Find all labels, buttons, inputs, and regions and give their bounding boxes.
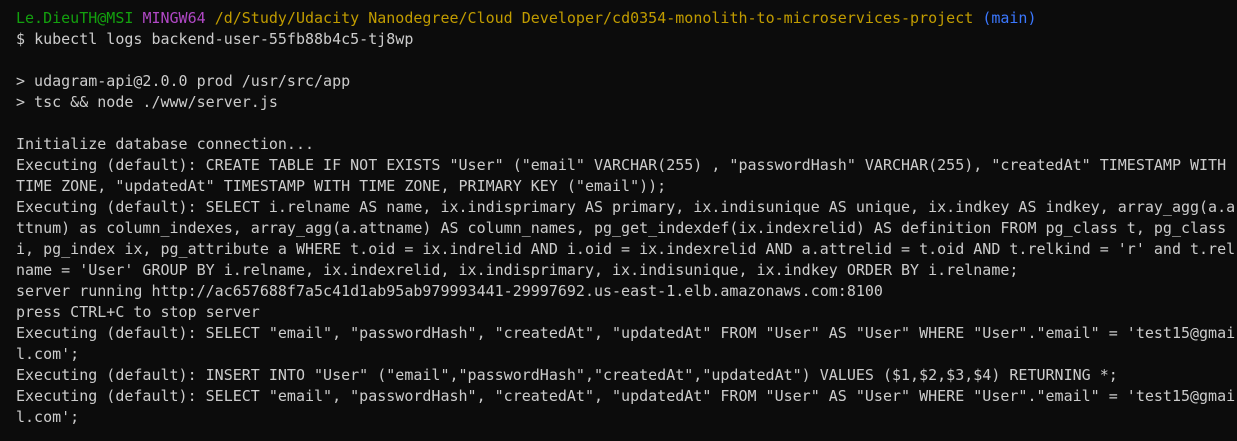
output-line: press CTRL+C to stop server xyxy=(16,303,260,321)
output-line: Executing (default): SELECT i.relname AS… xyxy=(16,198,1236,216)
output-line: Executing (default): SELECT "email", "pa… xyxy=(16,324,1236,342)
prompt-system: MINGW64 xyxy=(142,9,206,27)
prompt-git-branch: (main) xyxy=(982,9,1037,27)
output-line: ttnum) as column_indexes, array_agg(a.at… xyxy=(16,219,1227,237)
prompt-symbol: $ xyxy=(16,30,26,48)
prompt-path: /d/Study/Udacity Nanodegree/Cloud Develo… xyxy=(214,9,974,27)
output-line: Initialize database connection... xyxy=(16,135,315,153)
output-line: server running http://ac657688f7a5c41d1a… xyxy=(16,282,883,300)
output-line: > udagram-api@2.0.0 prod /usr/src/app xyxy=(16,72,351,90)
output-line: l.com'; xyxy=(16,408,80,426)
terminal-window[interactable]: Le.DieuTH@MSI MINGW64 /d/Study/Udacity N… xyxy=(0,0,1237,441)
output-line: l.com'; xyxy=(16,345,80,363)
prompt-user-host: Le.DieuTH@MSI xyxy=(16,9,134,27)
output-line: name = 'User' GROUP BY i.relname, ix.ind… xyxy=(16,261,1019,279)
output-line: TIME ZONE, "updatedAt" TIMESTAMP WITH TI… xyxy=(16,177,667,195)
command-line: $ kubectl logs backend-user-55fb88b4c5-t… xyxy=(16,29,1237,50)
command-output: > udagram-api@2.0.0 prod /usr/src/app > … xyxy=(16,50,1237,428)
output-line: Executing (default): INSERT INTO "User" … xyxy=(16,366,1118,384)
output-line: i, pg_index ix, pg_attribute a WHERE t.o… xyxy=(16,240,1236,258)
command-text: kubectl logs backend-user-55fb88b4c5-tj8… xyxy=(34,30,414,48)
output-line: Executing (default): CREATE TABLE IF NOT… xyxy=(16,156,1227,174)
output-line: > tsc && node ./www/server.js xyxy=(16,93,278,111)
prompt-line: Le.DieuTH@MSI MINGW64 /d/Study/Udacity N… xyxy=(16,8,1237,29)
output-line: Executing (default): SELECT "email", "pa… xyxy=(16,387,1236,405)
